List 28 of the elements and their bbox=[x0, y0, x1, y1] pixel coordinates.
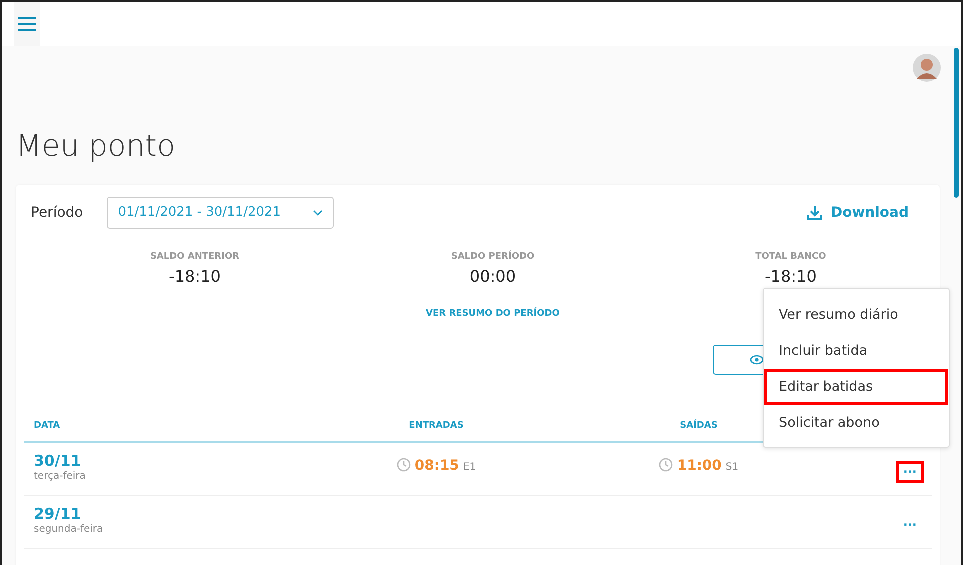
menu-item[interactable]: Editar batidas bbox=[764, 369, 948, 405]
period-select[interactable]: 01/11/2021 - 30/11/2021 bbox=[107, 197, 334, 229]
summary-value: -18:10 bbox=[764, 266, 818, 288]
summary-value: -18:10 bbox=[168, 266, 222, 288]
summary-value: 00:00 bbox=[468, 266, 518, 288]
download-button[interactable]: Download bbox=[800, 202, 915, 224]
summary-label: SALDO PERÍODO bbox=[450, 251, 536, 264]
column-header: ENTRADAS bbox=[409, 420, 464, 431]
summary-label: TOTAL BANCO bbox=[754, 251, 828, 264]
entry-tag: E1 bbox=[463, 462, 476, 472]
column-header: SAÍDAS bbox=[680, 420, 718, 431]
more-button[interactable]: ··· bbox=[896, 514, 924, 536]
menu-item[interactable]: Ver resumo diário bbox=[764, 297, 948, 333]
period-label: Período bbox=[31, 204, 84, 222]
menu-item[interactable]: Incluir batida bbox=[764, 333, 948, 369]
exit-time: 11:00 bbox=[677, 458, 722, 474]
entry-time: 08:15 bbox=[414, 458, 460, 474]
weekday: terça-feira bbox=[34, 470, 87, 484]
exit-tag: S1 bbox=[726, 462, 739, 472]
page-title: Meu ponto bbox=[16, 129, 176, 165]
date: 29/11 bbox=[34, 506, 82, 522]
column-header: DATA bbox=[34, 420, 60, 431]
period-summary-link[interactable]: VER RESUMO DO PERÍODO bbox=[426, 308, 560, 318]
summary-label: SALDO ANTERIOR bbox=[149, 251, 241, 264]
menu-item[interactable]: Solicitar abono bbox=[764, 405, 948, 441]
more-button[interactable]: ··· bbox=[896, 460, 924, 482]
date: 30/11 bbox=[34, 452, 82, 469]
weekday: segunda-feira bbox=[34, 523, 104, 537]
